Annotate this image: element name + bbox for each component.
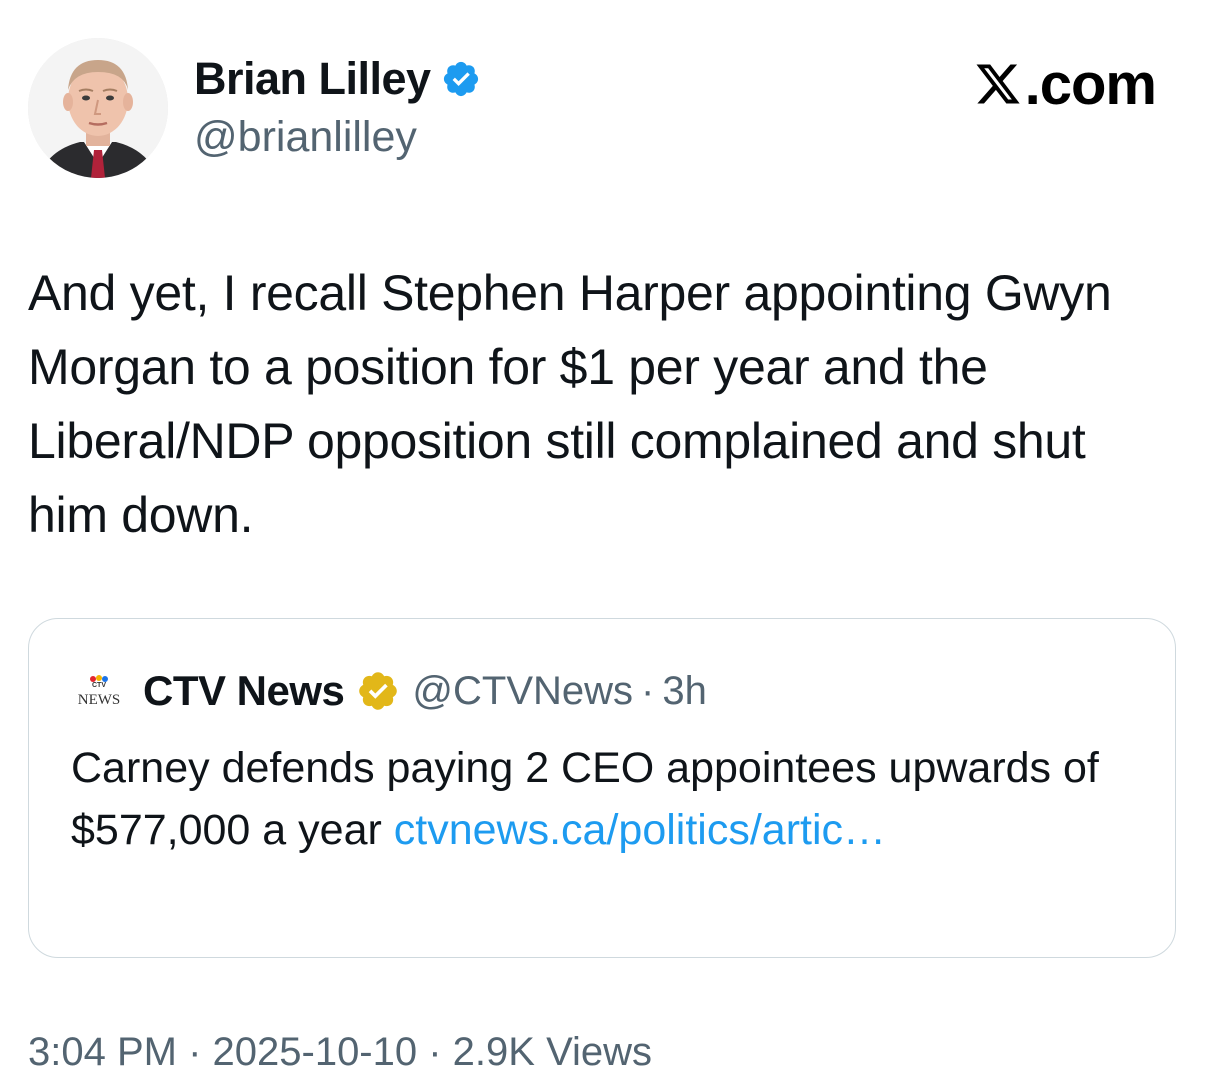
- ctv-news-logo[interactable]: CTV NEWS: [71, 672, 127, 710]
- quoted-tweet-text: Carney defends paying 2 CEO appointees u…: [71, 737, 1151, 861]
- separator-dot: ·: [641, 668, 655, 713]
- verified-badge-blue-icon: [441, 59, 481, 99]
- quoted-author-handle[interactable]: @CTVNews: [412, 669, 633, 714]
- quoted-tweet-time[interactable]: 3h: [662, 669, 707, 714]
- svg-text:NEWS: NEWS: [78, 692, 121, 708]
- x-com-text: .com: [1024, 51, 1157, 117]
- author-avatar[interactable]: [28, 38, 168, 178]
- svg-text:CTV: CTV: [92, 682, 106, 689]
- tweet-meta: 3:04 PM · 2025-10-10 · 2.9K Views: [28, 1030, 653, 1074]
- quoted-tweet-card[interactable]: CTV NEWS CTV News @CTVNews · 3h Carney d…: [28, 618, 1176, 958]
- x-logo-icon: [973, 60, 1023, 108]
- author-handle[interactable]: @brianlilley: [194, 113, 417, 162]
- author-name-row[interactable]: Brian Lilley: [194, 52, 481, 106]
- tweet-text: And yet, I recall Stephen Harper appoint…: [28, 265, 1112, 543]
- quoted-tweet-link[interactable]: ctvnews.ca/politics/artic…: [394, 806, 886, 854]
- author-name[interactable]: Brian Lilley: [194, 53, 431, 105]
- quoted-tweet-header: CTV NEWS CTV News @CTVNews · 3h: [71, 663, 707, 719]
- avatar-portrait: [28, 38, 168, 178]
- x-com-brand: .com: [973, 51, 1157, 117]
- verified-badge-gold-icon: [356, 669, 400, 713]
- quoted-author-name[interactable]: CTV News: [143, 667, 345, 715]
